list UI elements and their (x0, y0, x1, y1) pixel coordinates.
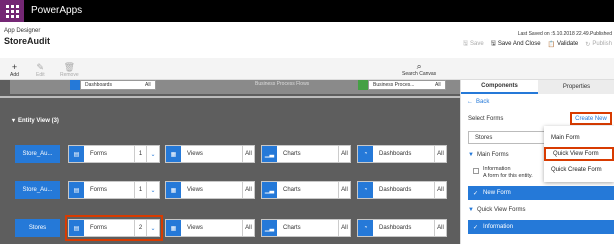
app-title: PowerApps (31, 5, 83, 16)
charts-component[interactable]: ▁▃ Charts All (261, 181, 351, 199)
dashboards-partial[interactable]: Dashboards All (80, 80, 156, 90)
view-icon: ▦ (166, 146, 181, 162)
save-button[interactable]: 🖫 Save (463, 39, 484, 49)
tab-components[interactable]: Components (461, 80, 538, 94)
menu-item-quick-view-form[interactable]: Quick View Form (544, 147, 614, 161)
trash-icon: 🗑 (63, 62, 76, 72)
edit-button[interactable]: ✎ Edit (36, 62, 45, 78)
remove-button[interactable]: 🗑 Remove (60, 62, 79, 78)
page-title: StoreAudit (4, 36, 50, 46)
dashboard-icon (70, 80, 80, 90)
page-header: App Designer StoreAudit Last Saved on :5… (0, 22, 614, 58)
arrow-left-icon: ← (467, 99, 473, 105)
form-name: Information (483, 166, 511, 172)
save-close-icon: 🖫 (490, 41, 496, 47)
save-and-close-button[interactable]: 🖫 Save And Close (491, 39, 541, 49)
validate-button[interactable]: 📋 Validate (548, 39, 579, 49)
caret-down-icon: ▾ (12, 118, 16, 124)
plus-icon: + (11, 62, 18, 72)
caret-down-icon: ▼ (468, 152, 474, 158)
forms-component[interactable]: ▤ Forms 1 ⌄ (68, 145, 160, 163)
saved-status: Last Saved on :5.10.2018 22.49.Published (517, 31, 612, 37)
create-new-button[interactable]: Create New (570, 112, 612, 125)
views-component[interactable]: ▦ Views All (165, 181, 255, 199)
dashboards-component[interactable]: ◔ Dashboards All (357, 145, 447, 163)
form-icon: ▤ (69, 146, 84, 162)
publish-button[interactable]: ↻ Publish (585, 39, 612, 49)
dashboard-icon: ◔ (358, 146, 373, 162)
validate-icon: 📋 (547, 41, 556, 48)
select-forms-label: Select Forms (468, 116, 504, 122)
canvas-divider (0, 96, 460, 98)
business-process-partial[interactable]: Business Proces... All (368, 80, 446, 90)
view-icon: ▦ (166, 220, 181, 236)
list-item-information[interactable]: ✓ Information (468, 220, 614, 234)
check-icon: ✓ (473, 224, 479, 231)
app-launcher-icon[interactable] (0, 0, 24, 22)
pencil-icon: ✎ (36, 62, 45, 72)
main-forms-header[interactable]: ▼ Main Forms (468, 152, 509, 158)
caret-down-icon: ▼ (468, 207, 474, 213)
back-link[interactable]: ← Back (467, 99, 489, 105)
charts-component[interactable]: ▁▃ Charts All (261, 145, 351, 163)
top-bar: PowerApps (0, 0, 614, 22)
views-component[interactable]: ▦ Views All (165, 219, 255, 237)
business-process-label: Business Process Flows (255, 81, 310, 87)
views-component[interactable]: ▦ Views All (165, 145, 255, 163)
tab-properties[interactable]: Properties (538, 80, 614, 94)
dashboard-icon: ◔ (358, 182, 373, 198)
charts-component[interactable]: ▁▃ Charts All (261, 219, 351, 237)
chart-icon: ▁▃ (262, 182, 277, 198)
dashboard-icon: ◔ (358, 220, 373, 236)
breadcrumb: App Designer (4, 28, 41, 34)
forms-highlight (65, 215, 163, 241)
check-icon: ✓ (473, 190, 479, 197)
save-icon: 🖫 (462, 41, 469, 47)
panel-tabs: Components Properties (461, 80, 614, 94)
command-bar: + Add ✎ Edit 🗑 Remove ⌕ Search Canvas (0, 58, 614, 80)
entity-tile[interactable]: Stores (15, 219, 60, 237)
form-icon: ▤ (69, 182, 84, 198)
list-item-new-form[interactable]: ✓ New Form (468, 186, 614, 200)
entity-view-header[interactable]: ▾ Entity View (3) (12, 117, 59, 125)
form-description: A form for this entity. (483, 173, 533, 179)
header-actions: 🖫 Save 🖫 Save And Close 📋 Validate ↻ Pub… (463, 39, 612, 49)
menu-item-quick-create-form[interactable]: Quick Create Form (544, 163, 614, 177)
chart-icon: ▁▃ (262, 220, 277, 236)
add-button[interactable]: + Add (10, 62, 19, 78)
checkbox[interactable] (473, 168, 479, 174)
entity-tile[interactable]: Store_Au... (15, 181, 60, 199)
flow-icon (358, 80, 368, 90)
dashboards-component[interactable]: ◔ Dashboards All (357, 181, 447, 199)
entity-select[interactable]: Stores (468, 131, 546, 144)
chevron-down-icon[interactable]: ⌄ (146, 182, 159, 198)
menu-item-main-form[interactable]: Main Form (544, 131, 614, 145)
create-new-menu: Main Form Quick View Form Quick Create F… (544, 126, 614, 182)
search-icon: ⌕ (416, 61, 422, 71)
entity-tile[interactable]: Store_Au... (15, 145, 60, 163)
view-icon: ▦ (166, 182, 181, 198)
quick-view-forms-header[interactable]: ▼ Quick View Forms (468, 207, 526, 213)
search-canvas-button[interactable]: ⌕ Search Canvas (402, 61, 436, 77)
designer-canvas: Dashboards All Business Process Flows Bu… (0, 80, 460, 244)
dashboards-component[interactable]: ◔ Dashboards All (357, 219, 447, 237)
chevron-down-icon[interactable]: ⌄ (146, 146, 159, 162)
forms-component[interactable]: ▤ Forms 1 ⌄ (68, 181, 160, 199)
publish-icon: ↻ (585, 41, 591, 48)
chart-icon: ▁▃ (262, 146, 277, 162)
